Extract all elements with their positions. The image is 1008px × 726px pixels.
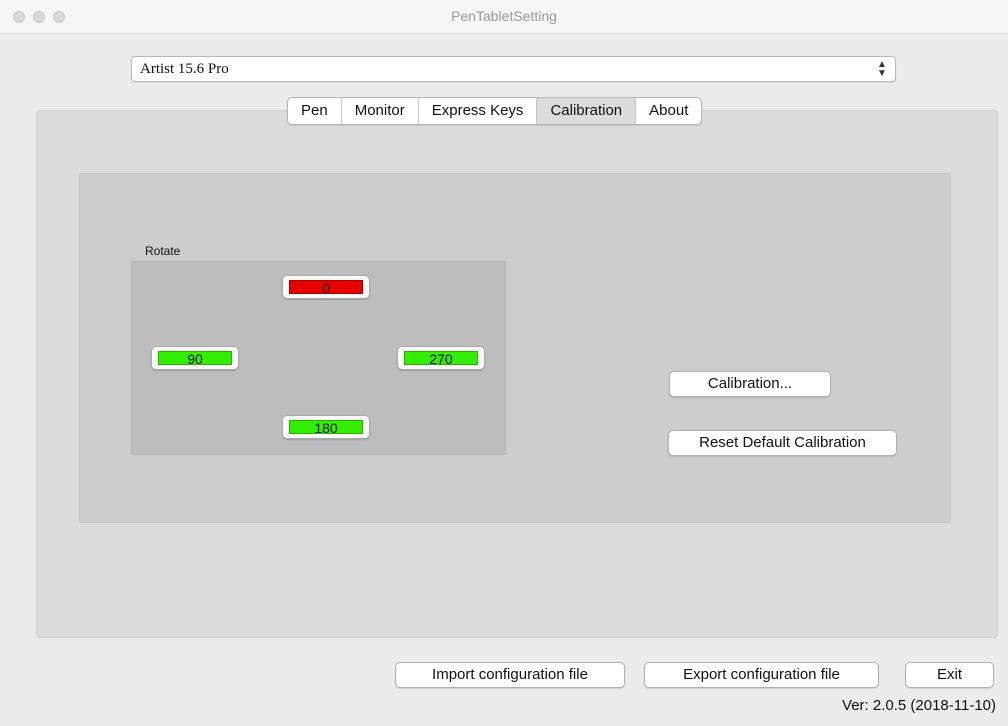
device-select-value: Artist 15.6 Pro: [140, 61, 229, 77]
tab-about[interactable]: About: [636, 98, 701, 124]
import-config-button[interactable]: Import configuration file: [395, 662, 625, 688]
rotate-90-button[interactable]: 90: [151, 346, 239, 370]
app-window: PenTabletSetting Artist 15.6 Pro ▲ ▼ Pen …: [0, 0, 1008, 726]
tab-monitor[interactable]: Monitor: [342, 98, 419, 124]
rotate-180-label: 180: [289, 420, 363, 435]
calibration-button[interactable]: Calibration...: [669, 371, 831, 397]
rotate-90-label: 90: [158, 351, 232, 366]
rotate-270-button[interactable]: 270: [397, 346, 485, 370]
rotate-group-label: Rotate: [145, 244, 181, 258]
export-config-button[interactable]: Export configuration file: [644, 662, 879, 688]
device-select[interactable]: Artist 15.6 Pro ▲ ▼: [131, 56, 896, 82]
tab-calibration[interactable]: Calibration: [537, 98, 637, 124]
reset-default-calibration-button[interactable]: Reset Default Calibration: [668, 430, 897, 456]
updown-chevron-icon: ▲ ▼: [877, 59, 887, 79]
title-bar: PenTabletSetting: [0, 0, 1008, 34]
rotate-270-label: 270: [404, 351, 478, 366]
rotate-180-button[interactable]: 180: [282, 415, 370, 439]
version-label: Ver: 2.0.5 (2018-11-10): [842, 697, 996, 714]
exit-button[interactable]: Exit: [905, 662, 994, 688]
rotate-0-button[interactable]: 0: [282, 275, 370, 299]
tab-pen[interactable]: Pen: [288, 98, 342, 124]
tab-bar: Pen Monitor Express Keys Calibration Abo…: [287, 97, 703, 125]
tab-express-keys[interactable]: Express Keys: [419, 98, 538, 124]
window-title: PenTabletSetting: [451, 8, 557, 24]
rotate-0-label: 0: [289, 280, 363, 295]
